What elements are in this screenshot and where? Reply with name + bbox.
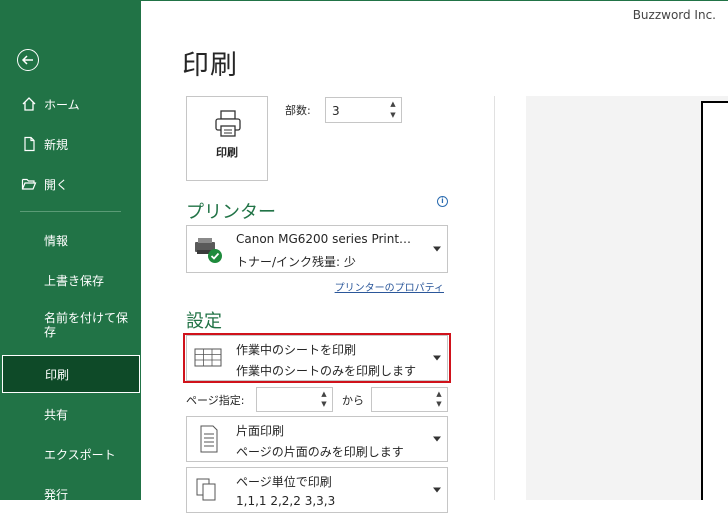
nav-save-as[interactable]: 名前を付けて保存 [0, 306, 141, 348]
nav-print-label: 印刷 [45, 367, 70, 382]
highlight-box [183, 333, 451, 383]
copies-value: 3 [332, 104, 340, 118]
settings-section-title: 設定 [186, 311, 222, 332]
chevron-down-icon [433, 246, 441, 252]
new-document-icon [24, 136, 35, 152]
back-arrow-icon [21, 55, 33, 65]
sides-dropdown[interactable]: 片面印刷 ページの片面のみを印刷します [186, 416, 448, 462]
nav-save-as-label: 名前を付けて保存 [44, 311, 129, 339]
printer-ready-icon [195, 238, 222, 263]
pages-to-decrement-button[interactable]: ▼ [433, 399, 445, 410]
copies-input[interactable]: 3 ▲ ▼ [325, 97, 402, 123]
collate-title: ページ単位で印刷 [236, 475, 332, 489]
printer-dropdown[interactable]: Canon MG6200 series Print… トナー/インク残量: 少 [186, 225, 448, 273]
collate-description: 1,1,1 2,2,2 3,3,3 [236, 494, 336, 508]
home-icon [22, 97, 36, 111]
copies-decrement-button[interactable]: ▼ [387, 110, 399, 121]
nav-share[interactable]: 共有 [0, 396, 141, 432]
info-icon[interactable]: i [437, 196, 448, 207]
nav-save-label: 上書き保存 [44, 273, 105, 288]
pages-label: ページ指定: [186, 394, 245, 407]
copies-label: 部数: [285, 104, 311, 117]
printer-section-title: プリンター [186, 202, 276, 223]
pages-from-input[interactable]: ▲ ▼ [256, 387, 333, 412]
open-folder-icon [21, 178, 37, 190]
collate-dropdown[interactable]: ページ単位で印刷 1,1,1 2,2,2 3,3,3 [186, 467, 448, 513]
chevron-down-icon [433, 487, 441, 493]
nav-new[interactable]: 新規 [0, 126, 141, 162]
backstage-sidebar: ホーム 新規 開く 情報 上書き保存 名前を付けて保存 印刷 共有 エクスポート… [0, 0, 141, 502]
nav-home[interactable]: ホーム [0, 86, 141, 122]
collate-icon [196, 478, 216, 501]
one-sided-icon [200, 425, 218, 453]
printer-status: トナー/インク残量: 少 [236, 255, 356, 269]
nav-open[interactable]: 開く [0, 166, 141, 202]
nav-new-label: 新規 [44, 137, 69, 152]
sides-description: ページの片面のみを印刷します [236, 445, 404, 459]
panel-divider [494, 96, 495, 500]
nav-share-label: 共有 [44, 407, 69, 422]
pages-from-decrement-button[interactable]: ▼ [318, 399, 330, 410]
sides-title: 片面印刷 [236, 424, 285, 438]
copies-increment-button[interactable]: ▲ [387, 99, 399, 110]
nav-print[interactable]: 印刷 [2, 355, 140, 393]
pages-to-input[interactable]: ▲ ▼ [371, 387, 448, 412]
print-preview-area [526, 96, 728, 500]
nav-export-label: エクスポート [44, 447, 116, 462]
nav-export[interactable]: エクスポート [0, 436, 141, 472]
print-button[interactable]: 印刷 [186, 96, 268, 181]
print-button-label: 印刷 [216, 146, 238, 159]
printer-icon [215, 110, 241, 137]
page-title: 印刷 [182, 50, 238, 81]
pages-to-label: から [342, 394, 364, 407]
title-bar-line [141, 0, 728, 1]
chevron-down-icon [433, 436, 441, 442]
nav-publish[interactable]: 発行 [0, 476, 141, 512]
nav-open-label: 開く [44, 177, 69, 192]
nav-info-label: 情報 [44, 233, 69, 248]
nav-save[interactable]: 上書き保存 [0, 262, 141, 298]
printer-name: Canon MG6200 series Print… [236, 232, 412, 246]
nav-info[interactable]: 情報 [0, 222, 141, 258]
printer-properties-link[interactable]: プリンターのプロパティ [335, 279, 444, 294]
sidebar-divider [20, 211, 121, 212]
nav-home-label: ホーム [44, 97, 80, 112]
back-button[interactable] [17, 49, 39, 71]
brand-label: Buzzword Inc. [632, 8, 716, 22]
print-preview-page [701, 101, 728, 500]
